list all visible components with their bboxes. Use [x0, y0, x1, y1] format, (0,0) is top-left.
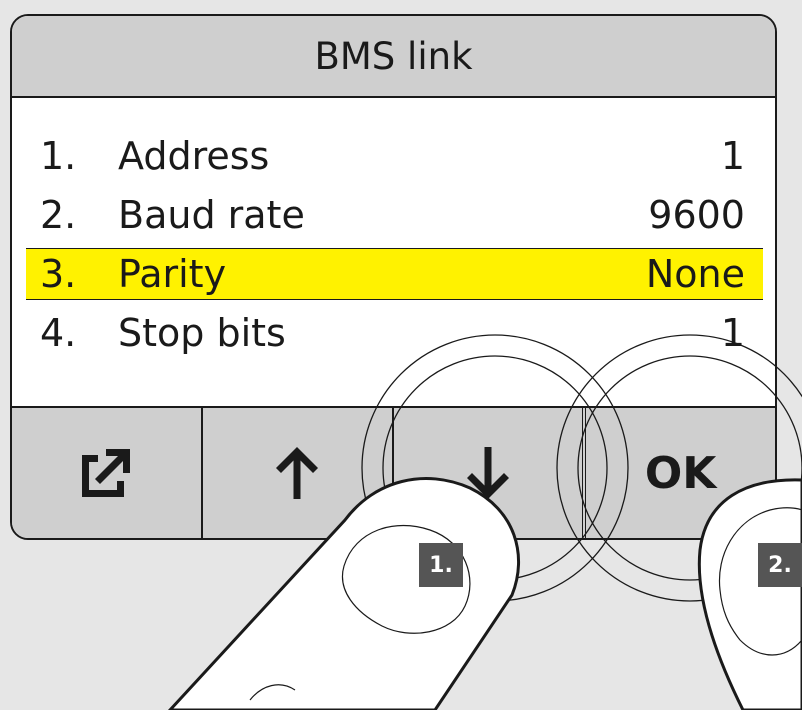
menu-item-stop-bits[interactable]: 4. Stop bits 1	[12, 307, 775, 359]
up-button[interactable]	[203, 408, 394, 538]
down-button[interactable]	[394, 408, 587, 538]
menu-item-number: 3.	[40, 252, 77, 296]
arrow-up-icon	[276, 447, 319, 499]
menu-item-label: Stop bits	[118, 311, 286, 355]
screen-title-text: BMS link	[314, 34, 473, 78]
screen-title: BMS link	[12, 16, 775, 98]
menu-item-value: 9600	[648, 193, 745, 237]
softkey-bar: OK	[12, 406, 775, 538]
device-display: BMS link 1. Address 1 2. Baud rate 9600 …	[10, 14, 777, 540]
finger-1-crease	[249, 684, 296, 701]
menu-item-label: Parity	[118, 252, 227, 296]
menu-item-value: 1	[720, 134, 745, 178]
menu-item-value: None	[645, 252, 745, 296]
menu-item-parity[interactable]: 3. Parity None	[26, 248, 763, 300]
ok-button[interactable]: OK	[586, 408, 775, 538]
export-icon	[82, 449, 131, 497]
menu-item-value: 1	[720, 311, 745, 355]
menu-item-label: Address	[118, 134, 270, 178]
menu-item-label: Baud rate	[118, 193, 305, 237]
menu-item-number: 4.	[40, 311, 77, 355]
arrow-down-icon	[466, 447, 509, 499]
export-button[interactable]	[12, 408, 203, 538]
settings-menu: 1. Address 1 2. Baud rate 9600 3. Parity…	[12, 130, 775, 366]
menu-item-number: 1.	[40, 134, 77, 178]
menu-item-address[interactable]: 1. Address 1	[12, 130, 775, 182]
step-badge-1: 1.	[419, 543, 463, 587]
menu-item-baud-rate[interactable]: 2. Baud rate 9600	[12, 189, 775, 241]
ok-button-label: OK	[644, 447, 717, 499]
step-badge-2: 2.	[758, 543, 802, 587]
menu-item-number: 2.	[40, 193, 77, 237]
